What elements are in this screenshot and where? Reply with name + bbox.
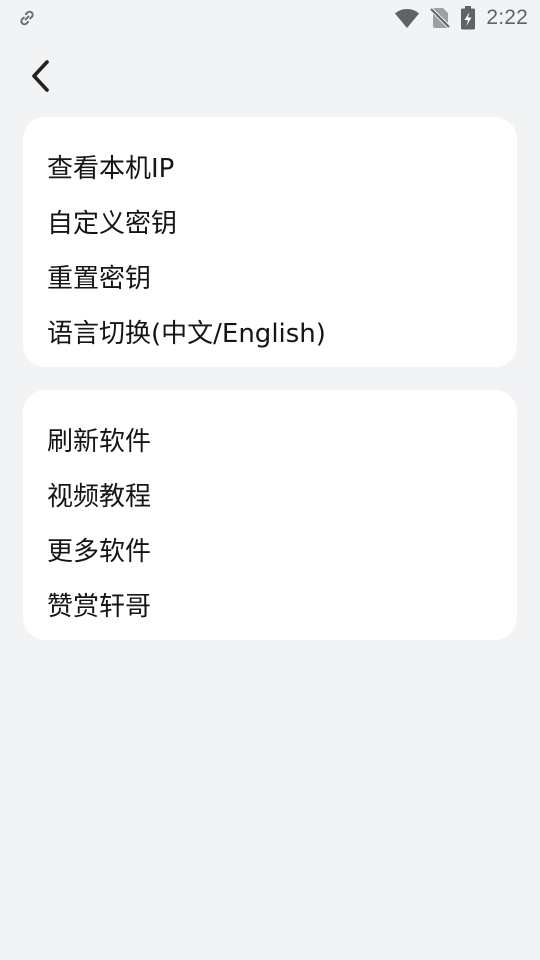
menu-item-view-local-ip[interactable]: 查看本机IP: [47, 139, 493, 194]
menu-item-donate[interactable]: 赞赏轩哥: [47, 577, 493, 632]
settings-card-secondary: 刷新软件 视频教程 更多软件 赞赏轩哥: [23, 390, 517, 640]
wifi-icon: [394, 7, 420, 29]
battery-charging-icon: [460, 6, 476, 30]
status-icons: 2:22: [394, 4, 528, 32]
settings-card-primary: 查看本机IP 自定义密钥 重置密钥 语言切换(中文/English): [23, 117, 517, 367]
back-button[interactable]: [18, 52, 62, 100]
menu-item-reset-key[interactable]: 重置密钥: [47, 249, 493, 304]
menu-item-refresh-software[interactable]: 刷新软件: [47, 412, 493, 467]
menu-item-video-tutorial[interactable]: 视频教程: [47, 467, 493, 522]
chevron-left-icon: [28, 58, 52, 94]
status-bar: 2:22: [0, 0, 540, 36]
status-time: 2:22: [486, 6, 528, 29]
menu-item-custom-key[interactable]: 自定义密钥: [47, 194, 493, 249]
link-icon: [16, 7, 38, 29]
menu-item-language-switch[interactable]: 语言切换(中文/English): [47, 304, 493, 359]
no-sim-icon: [430, 7, 451, 29]
menu-item-more-software[interactable]: 更多软件: [47, 522, 493, 577]
